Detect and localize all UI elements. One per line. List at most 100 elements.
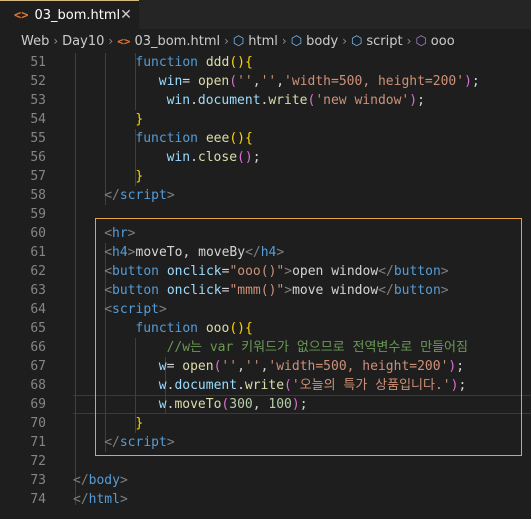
line-number: 74	[30, 492, 46, 507]
code-token: eee	[205, 131, 230, 146]
breadcrumb-item-script[interactable]: script	[366, 34, 402, 49]
code-editor[interactable]: 51 function ddd(){52 win= open('','','widt…	[0, 53, 531, 519]
code-text: <script>	[104, 300, 167, 319]
chevron-right-icon: ›	[224, 34, 229, 48]
code-token: >	[158, 302, 167, 317]
code-token: w	[158, 378, 167, 393]
code-token: document	[197, 93, 261, 108]
breadcrumb-item-ooo[interactable]: ooo	[431, 34, 455, 49]
code-token: win	[166, 150, 191, 165]
code-text: </html>	[73, 490, 128, 509]
code-text: <h4>moveTo, moveBy</h4>	[104, 243, 284, 262]
code-token: ,	[252, 397, 269, 412]
code-line: 70}	[0, 414, 531, 433]
code-line: 57}	[0, 167, 531, 186]
code-line: 58 </script>	[0, 186, 531, 205]
line-number: 54	[30, 112, 46, 127]
code-token: win	[158, 74, 183, 89]
line-number: 55	[30, 131, 46, 146]
code-token: open	[182, 359, 214, 374]
code-token: //w는 var 키워드가 없으므로 전역변수로 만들어짐	[166, 340, 468, 355]
code-token: ()	[229, 55, 245, 70]
code-token: ooo	[205, 321, 230, 336]
chevron-right-icon: ›	[342, 34, 348, 48]
code-token: {	[244, 131, 253, 146]
code-token: button	[112, 283, 167, 298]
code-text: win= open('','','width=500, height=200')…	[159, 72, 480, 91]
code-token: ;	[252, 150, 261, 165]
code-line: 71 </script>	[0, 433, 531, 452]
code-token: function	[135, 321, 206, 336]
code-text: <button onclick="ooo()">open window</but…	[104, 262, 448, 281]
code-token: >	[119, 473, 128, 488]
breadcrumb-item-file[interactable]: 03_bom.html	[134, 34, 220, 49]
code-token: script	[119, 188, 167, 203]
html-file-icon: <>	[117, 34, 131, 48]
breadcrumb-item-html[interactable]: html	[248, 34, 278, 49]
code-token: hr	[112, 226, 128, 241]
code-text: </script>	[104, 433, 174, 452]
code-token: w	[158, 397, 167, 412]
code-text: w.moveTo(300, 100);	[159, 395, 308, 414]
code-text: w= open('','','width=500, height=200');	[159, 357, 464, 376]
code-token: w	[158, 359, 167, 374]
code-text: function eee(){	[135, 129, 252, 148]
code-token: ''	[237, 74, 253, 89]
code-token: </	[378, 264, 394, 279]
code-token: ;	[299, 397, 308, 412]
code-line: 67 w= open('','','width=500, height=200')…	[0, 357, 531, 376]
line-number: 65	[30, 321, 46, 336]
code-token: button	[112, 264, 167, 279]
code-token: <	[104, 283, 113, 298]
line-number: 70	[30, 416, 46, 431]
line-number: 67	[30, 359, 46, 374]
code-line: 60 <hr>	[0, 224, 531, 243]
code-line: 73 </body>	[0, 471, 531, 490]
code-token: ;	[417, 93, 425, 108]
close-icon[interactable]: ✕	[120, 7, 132, 23]
code-line: 52 win= open('','','width=500, height=200…	[0, 72, 531, 91]
code-token: ;	[458, 378, 467, 393]
code-line: 74 </html>	[0, 490, 531, 509]
code-token: >	[127, 245, 136, 260]
code-token: body	[88, 473, 120, 488]
code-token: script	[112, 302, 159, 317]
code-token: function	[135, 131, 206, 146]
code-token: ''	[260, 74, 277, 89]
code-token: ;	[471, 74, 480, 89]
code-token: =	[166, 359, 183, 374]
code-token: {	[244, 321, 253, 336]
code-text: win.document.write('new window');	[167, 91, 425, 110]
line-number: 73	[30, 473, 46, 488]
code-token: </	[378, 283, 394, 298]
code-line: 72	[0, 452, 531, 471]
code-token: h4	[260, 245, 277, 260]
breadcrumb-item-web[interactable]: Web	[21, 34, 49, 49]
code-token: win	[166, 93, 191, 108]
chevron-right-icon: ›	[53, 34, 59, 48]
code-token: >	[276, 245, 285, 260]
line-number: 53	[30, 93, 46, 108]
code-token: moveTo	[174, 397, 222, 412]
code-token: )	[409, 93, 418, 108]
code-line: 53 win.document.write('new window');	[0, 91, 531, 110]
tab-title: 03_bom.html	[34, 7, 121, 23]
chevron-right-icon: ›	[281, 34, 287, 48]
code-token: write	[268, 93, 308, 108]
code-line: 66 //w는 var 키워드가 없으므로 전역변수로 만들어짐	[0, 338, 531, 357]
code-token: 'width=500, height=200'	[268, 359, 449, 374]
code-line: 54}	[0, 110, 531, 129]
code-token: script	[119, 435, 167, 450]
code-token: ,	[237, 359, 245, 374]
element-cube-icon: ⬡	[232, 33, 245, 49]
breadcrumb-item-body[interactable]: body	[306, 34, 338, 49]
code-token: }	[135, 416, 144, 431]
code-line: 56 win.close();	[0, 148, 531, 167]
code-line: 69 w.moveTo(300, 100);	[0, 395, 531, 414]
code-token: onclick	[166, 283, 222, 298]
breadcrumb-item-day10[interactable]: Day10	[62, 34, 104, 49]
code-token: </	[73, 473, 89, 488]
code-text: }	[135, 414, 143, 433]
editor-tab[interactable]: <> 03_bom.html ✕	[0, 0, 139, 29]
line-number: 56	[30, 150, 46, 165]
